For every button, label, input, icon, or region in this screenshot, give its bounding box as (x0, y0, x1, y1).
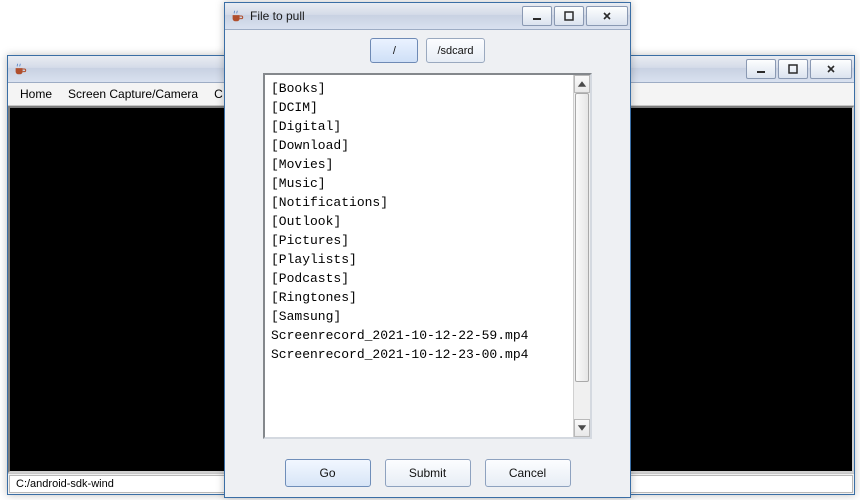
dialog-button-row: Go Submit Cancel (263, 459, 592, 487)
list-item[interactable]: [Digital] (271, 117, 567, 136)
file-listbox: [Books][DCIM][Digital][Download][Movies]… (263, 73, 592, 439)
desktop: Home Screen Capture/Camera C C:/android-… (0, 0, 860, 500)
close-button[interactable] (586, 6, 628, 26)
list-item[interactable]: [DCIM] (271, 98, 567, 117)
path-crumb-bar: / /sdcard (263, 38, 592, 63)
dialog-window-controls (522, 6, 628, 26)
list-item[interactable]: [Ringtones] (271, 288, 567, 307)
dialog-titlebar[interactable]: File to pull (225, 3, 630, 30)
minimize-button[interactable] (522, 6, 552, 26)
scroll-thumb[interactable] (575, 93, 589, 382)
menu-home[interactable]: Home (12, 85, 60, 103)
minimize-button[interactable] (746, 59, 776, 79)
crumb-sdcard[interactable]: /sdcard (426, 38, 484, 63)
list-item[interactable]: [Notifications] (271, 193, 567, 212)
main-window-controls (746, 59, 852, 79)
scroll-down-button[interactable] (574, 419, 590, 437)
list-item[interactable]: Screenrecord_2021-10-12-22-59.mp4 (271, 326, 567, 345)
cancel-button[interactable]: Cancel (485, 459, 571, 487)
crumb-root[interactable]: / (370, 38, 418, 63)
go-button[interactable]: Go (285, 459, 371, 487)
java-cup-icon (229, 8, 245, 24)
java-cup-icon (12, 61, 28, 77)
submit-button[interactable]: Submit (385, 459, 471, 487)
scroll-up-button[interactable] (574, 75, 590, 93)
dialog-title: File to pull (250, 9, 522, 23)
maximize-button[interactable] (778, 59, 808, 79)
list-item[interactable]: [Outlook] (271, 212, 567, 231)
close-button[interactable] (810, 59, 852, 79)
list-item[interactable]: Screenrecord_2021-10-12-23-00.mp4 (271, 345, 567, 364)
list-item[interactable]: [Playlists] (271, 250, 567, 269)
scrollbar (573, 75, 590, 437)
list-item[interactable]: [Pictures] (271, 231, 567, 250)
list-item[interactable]: [Podcasts] (271, 269, 567, 288)
maximize-button[interactable] (554, 6, 584, 26)
dialog-body: / /sdcard [Books][DCIM][Digital][Downloa… (225, 30, 630, 497)
scroll-track[interactable] (574, 93, 590, 419)
file-list[interactable]: [Books][DCIM][Digital][Download][Movies]… (265, 75, 573, 437)
menu-screen-capture[interactable]: Screen Capture/Camera (60, 85, 206, 103)
file-to-pull-dialog: File to pull / /sdcard [Books][DCIM][Dig… (224, 2, 631, 498)
list-item[interactable]: [Music] (271, 174, 567, 193)
list-item[interactable]: [Books] (271, 79, 567, 98)
list-item[interactable]: [Download] (271, 136, 567, 155)
list-item[interactable]: [Movies] (271, 155, 567, 174)
list-item[interactable]: [Samsung] (271, 307, 567, 326)
